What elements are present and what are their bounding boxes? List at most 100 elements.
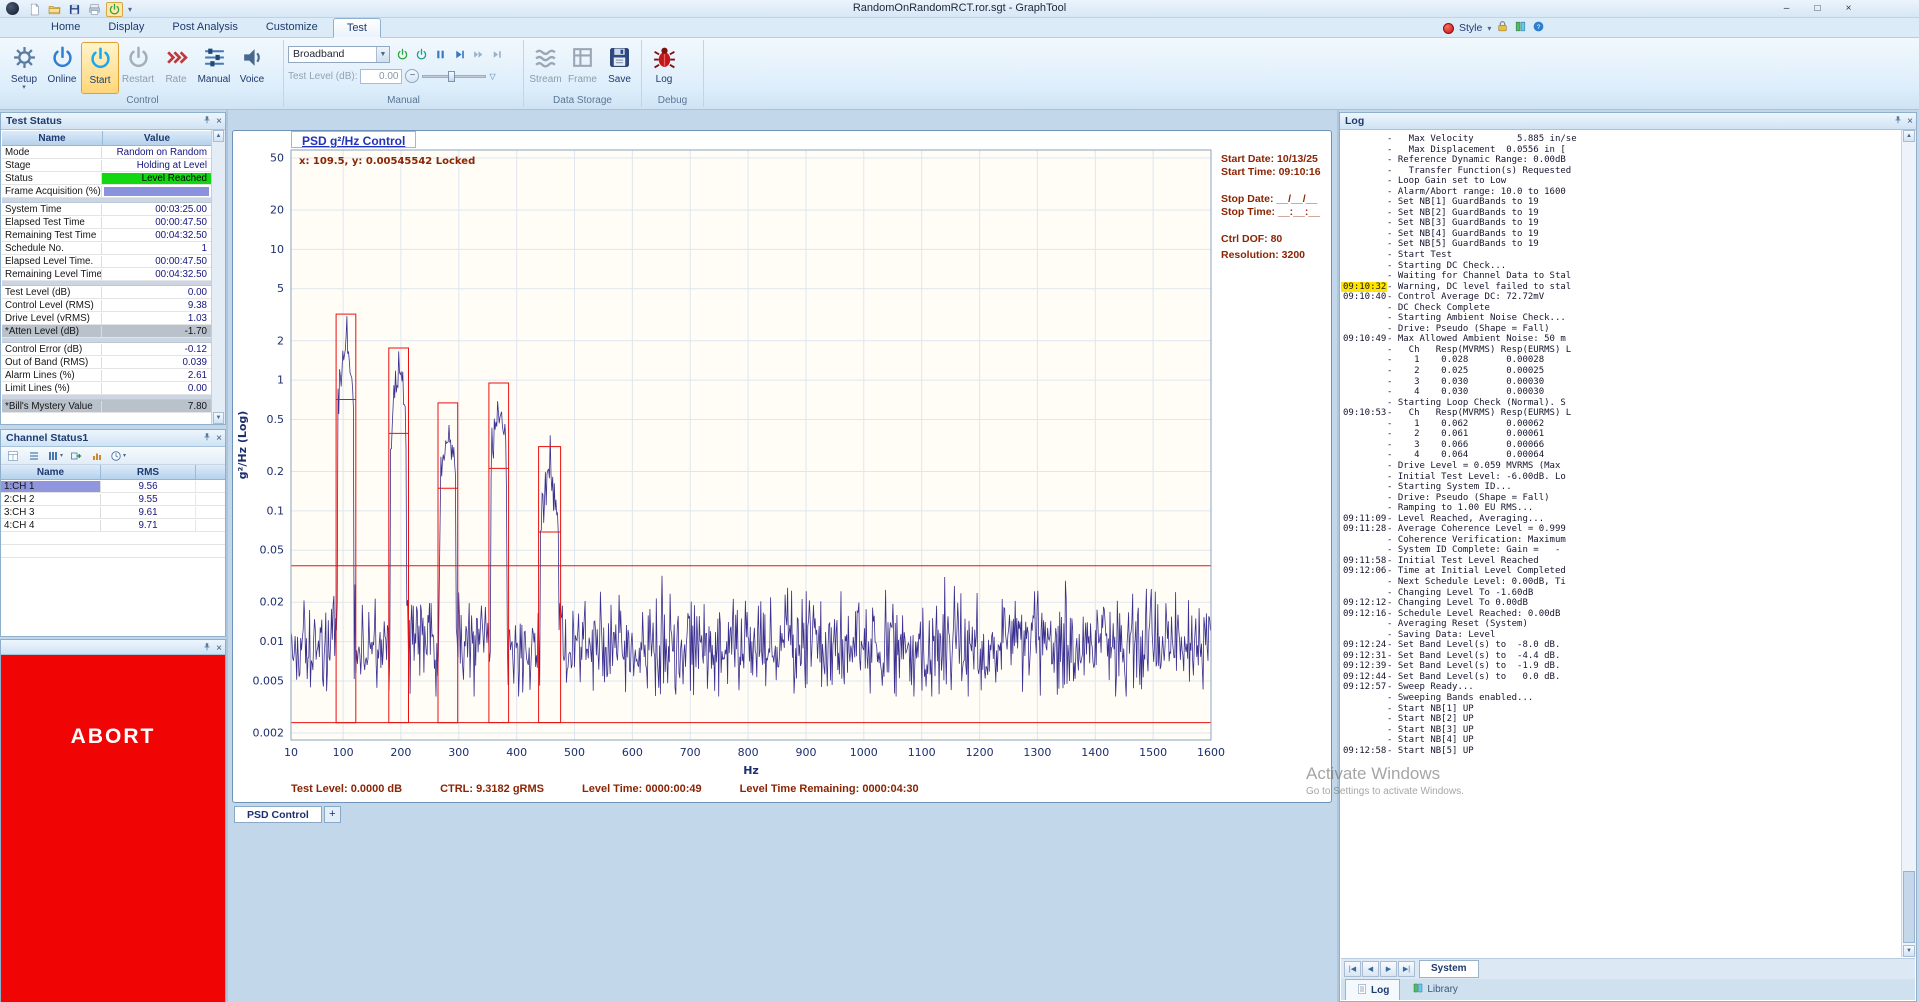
restart-button[interactable]: Restart	[119, 42, 157, 94]
start-button[interactable]: Start	[81, 42, 119, 94]
table-row[interactable]: Remaining Level Time00:04:32.50	[2, 268, 211, 281]
group-label-data-storage: Data Storage	[524, 95, 641, 106]
online-button[interactable]: Online	[43, 42, 81, 94]
layout-grid-button[interactable]	[4, 448, 22, 463]
decrease-level-button[interactable]: −	[405, 69, 419, 83]
tab-system[interactable]: System	[1419, 960, 1479, 978]
pin-icon[interactable]	[202, 115, 212, 128]
table-row[interactable]: Control Level (RMS)9.38	[2, 299, 211, 312]
scrollbar-thumb[interactable]	[1903, 871, 1915, 943]
close-button[interactable]: ×	[1833, 0, 1864, 17]
nav-first-button[interactable]: |◀	[1344, 961, 1361, 977]
table-row[interactable]: Limit Lines (%)0.00	[2, 382, 211, 395]
power-green-button[interactable]	[393, 46, 411, 63]
lock-icon[interactable]	[1496, 20, 1509, 36]
pin-icon[interactable]	[202, 642, 212, 655]
close-panel-icon[interactable]: ×	[216, 434, 222, 444]
add-column-button[interactable]	[67, 448, 85, 463]
table-row[interactable]: *Bill's Mystery Value7.80	[2, 400, 211, 413]
level-slider[interactable]	[422, 69, 486, 83]
setup-button[interactable]: Setup▾	[5, 42, 43, 94]
columns-button[interactable]: ▾	[46, 448, 64, 463]
ribbon-tab-display[interactable]: Display	[95, 18, 157, 38]
help-icon[interactable]: ?	[1532, 20, 1545, 36]
log-timestamp: 09:12:12	[1341, 598, 1387, 609]
library-icon[interactable]	[1514, 20, 1527, 36]
table-row[interactable]: Control Error (dB)-0.12	[2, 343, 211, 356]
close-panel-icon[interactable]: ×	[1907, 117, 1913, 127]
nav-prev-button[interactable]: ◀	[1362, 961, 1379, 977]
step-blue-button[interactable]	[450, 46, 468, 63]
ribbon-tab-home[interactable]: Home	[38, 18, 93, 38]
test-status-scrollbar[interactable]: ▲ ▼	[211, 130, 225, 424]
nav-last-button[interactable]: ▶|	[1398, 961, 1415, 977]
channel-row[interactable]: 4:CH 49.71	[1, 519, 225, 532]
tab-psd-control[interactable]: PSD Control	[234, 806, 322, 823]
stream-button[interactable]: Stream	[527, 42, 564, 94]
ribbon-tab-customize[interactable]: Customize	[253, 18, 331, 38]
table-row[interactable]: Drive Level (vRMS)1.03	[2, 312, 211, 325]
slider-dropdown-icon[interactable]: ▽	[489, 72, 495, 81]
chart-title[interactable]: PSD g²/Hz Control	[291, 131, 416, 148]
clock-button[interactable]: ▾	[109, 448, 127, 463]
close-panel-icon[interactable]: ×	[216, 644, 222, 654]
log-scrollbar[interactable]: ▲ ▼	[1901, 130, 1916, 957]
abort-button[interactable]: ABORT	[1, 655, 225, 1002]
table-row[interactable]: Remaining Test Time00:04:32.50	[2, 229, 211, 242]
ribbon-tab-post-analysis[interactable]: Post Analysis	[159, 18, 250, 38]
table-row[interactable]: *Atten Level (dB)-1.70	[2, 325, 211, 338]
log-panel-tab-log[interactable]: Log	[1345, 979, 1400, 1000]
pause-blue-button[interactable]	[431, 46, 449, 63]
table-row[interactable]: Elapsed Level Time.00:00:47.50	[2, 255, 211, 268]
meter-bars-button[interactable]	[88, 448, 106, 463]
scroll-down-icon[interactable]: ▼	[213, 412, 224, 424]
maximize-button[interactable]: □	[1802, 0, 1833, 17]
table-row[interactable]: ModeRandom on Random	[2, 146, 211, 159]
table-row[interactable]: Out of Band (RMS)0.039	[2, 356, 211, 369]
column-header-name[interactable]: Name	[1, 465, 101, 479]
power-teal-button[interactable]	[412, 46, 430, 63]
table-row[interactable]: Alarm Lines (%)2.61	[2, 369, 211, 382]
scroll-up-icon[interactable]: ▲	[1903, 130, 1915, 142]
column-header-name[interactable]: Name	[2, 131, 103, 145]
list-lines-button[interactable]	[25, 448, 43, 463]
table-row[interactable]: Test Level (dB)0.00	[2, 286, 211, 299]
channel-row[interactable]: 2:CH 29.55	[1, 493, 225, 506]
channel-row[interactable]: 1:CH 19.56	[1, 480, 225, 493]
ff-gray-button[interactable]	[469, 46, 487, 63]
table-row[interactable]: System Time00:03:25.00	[2, 203, 211, 216]
scroll-up-icon[interactable]: ▲	[213, 130, 224, 142]
log-button[interactable]: Log	[645, 42, 683, 94]
log-list[interactable]: - Max Velocity 5.885 in/se- Max Displace…	[1341, 131, 1901, 957]
voice-button[interactable]: Voice	[233, 42, 271, 94]
nav-next-button[interactable]: ▶	[1380, 961, 1397, 977]
ribbon-tab-test[interactable]: Test	[333, 18, 381, 38]
pin-icon[interactable]	[1893, 115, 1903, 128]
pin-icon[interactable]	[202, 432, 212, 445]
frame-button[interactable]: Frame	[564, 42, 601, 94]
combo-caret-icon[interactable]: ▼	[376, 47, 389, 62]
table-row[interactable]: Frame Acquisition (%)	[2, 185, 211, 198]
psd-plot[interactable]: 5020105210.50.20.10.050.020.010.0050.002…	[233, 133, 1233, 783]
log-panel-tab-library[interactable]: Library	[1402, 979, 1468, 1000]
test-level-input[interactable]	[360, 69, 402, 84]
style-dropdown-icon[interactable]: ▾	[1487, 24, 1491, 33]
column-header-rms[interactable]: RMS	[101, 465, 196, 479]
table-row[interactable]: Schedule No.1	[2, 242, 211, 255]
style-button[interactable]: Style	[1459, 22, 1482, 34]
minimize-button[interactable]: –	[1771, 0, 1802, 17]
table-row[interactable]: Elapsed Test Time00:00:47.50	[2, 216, 211, 229]
add-tab-button[interactable]: +	[324, 806, 341, 823]
slider-thumb[interactable]	[448, 71, 455, 82]
manual-button[interactable]: Manual	[195, 42, 233, 94]
save-button[interactable]: Save	[601, 42, 638, 94]
table-row[interactable]: StatusLevel Reached	[2, 172, 211, 185]
end-gray-button[interactable]	[488, 46, 506, 63]
scroll-down-icon[interactable]: ▼	[1903, 945, 1915, 957]
close-panel-icon[interactable]: ×	[216, 117, 222, 127]
broadband-combo[interactable]: Broadband ▼	[288, 46, 390, 63]
table-row[interactable]: StageHolding at Level	[2, 159, 211, 172]
column-header-value[interactable]: Value	[103, 131, 211, 145]
channel-row[interactable]: 3:CH 39.61	[1, 506, 225, 519]
rate-button[interactable]: Rate	[157, 42, 195, 94]
